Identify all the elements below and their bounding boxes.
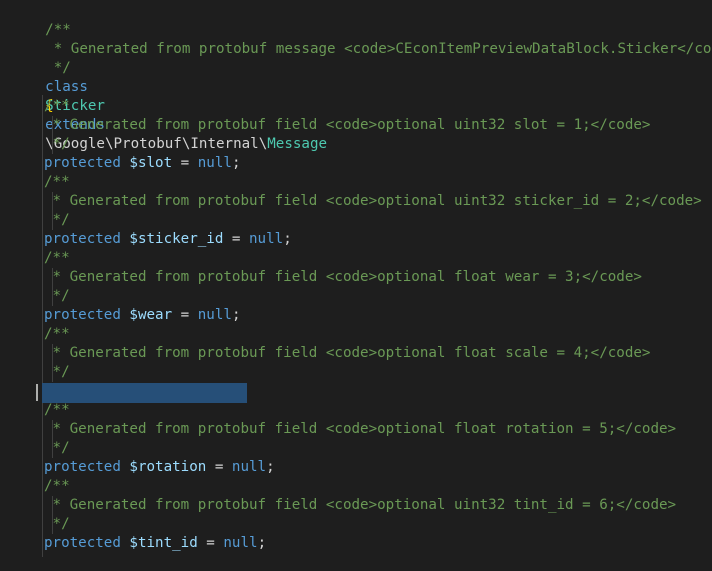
- null-literal: null: [223, 535, 258, 551]
- code-line-doc-comment-close[interactable]: */: [44, 287, 70, 306]
- protected-keyword: protected: [44, 231, 121, 247]
- null-literal: null: [231, 459, 267, 475]
- null-literal: null: [197, 155, 232, 171]
- property-variable: $rotation: [129, 459, 207, 475]
- code-line-doc-comment-open[interactable]: /**: [44, 249, 70, 268]
- comment-text: * Generated from protobuf message <code>…: [45, 41, 712, 57]
- doc-comment-open: /**: [44, 250, 70, 266]
- doc-comment-close: */: [44, 136, 70, 152]
- doc-indent-guide: [52, 268, 53, 306]
- code-line-property-declaration[interactable]: protected $sticker_id = null;: [44, 230, 292, 249]
- code-line-3[interactable]: */: [11, 40, 71, 76]
- protected-keyword: protected: [44, 459, 121, 475]
- doc-comment-open: /**: [44, 174, 70, 190]
- null-literal: null: [197, 307, 232, 323]
- doc-comment-open: /**: [44, 478, 70, 494]
- code-line-property-declaration[interactable]: protected $rotation = null;: [44, 458, 275, 477]
- doc-comment-open: /**: [44, 326, 70, 342]
- assign-operator: =: [223, 231, 250, 247]
- code-line-doc-comment-open[interactable]: /**: [44, 401, 70, 420]
- code-line-5[interactable]: {: [11, 78, 54, 114]
- text-cursor: [36, 384, 38, 401]
- semicolon: ;: [231, 307, 241, 323]
- code-line-doc-comment-text[interactable]: * Generated from protobuf field <code>op…: [44, 268, 642, 287]
- doc-comment-text: * Generated from protobuf field <code>op…: [44, 269, 642, 285]
- doc-comment-text: * Generated from protobuf field <code>op…: [44, 345, 651, 361]
- code-line-doc-comment-close[interactable]: */: [44, 515, 70, 534]
- code-line-doc-comment-text[interactable]: * Generated from protobuf field <code>op…: [44, 116, 651, 135]
- property-variable: $wear: [129, 307, 173, 323]
- doc-comment-close: */: [44, 212, 70, 228]
- code-line-property-declaration[interactable]: protected $slot = null;: [44, 154, 240, 173]
- doc-comment-close: */: [44, 364, 70, 380]
- protected-keyword: protected: [44, 155, 121, 171]
- code-line-doc-comment-text[interactable]: * Generated from protobuf field <code>op…: [44, 496, 677, 515]
- null-literal: null: [249, 231, 284, 247]
- doc-comment-close: */: [44, 440, 70, 456]
- code-line-doc-comment-text[interactable]: * Generated from protobuf field <code>op…: [44, 344, 651, 363]
- assign-operator: =: [172, 307, 198, 323]
- assign-operator: =: [172, 155, 198, 171]
- code-line-doc-comment-close[interactable]: */: [44, 439, 70, 458]
- code-line-doc-comment-open[interactable]: /**: [44, 173, 70, 192]
- doc-indent-guide: [52, 420, 53, 458]
- indent-guide: [42, 95, 43, 557]
- doc-comment-open: /**: [44, 402, 70, 418]
- code-line-doc-comment-open[interactable]: /**: [44, 325, 70, 344]
- code-line-doc-comment-open[interactable]: /**: [44, 97, 70, 116]
- code-line-property-declaration[interactable]: protected $wear = null;: [44, 306, 240, 325]
- code-line-property-declaration[interactable]: protected $tint_id = null;: [44, 534, 266, 553]
- code-line-doc-comment-close[interactable]: */: [44, 363, 70, 382]
- property-variable: $slot: [129, 155, 173, 171]
- doc-comment-open: /**: [44, 98, 70, 114]
- semicolon: ;: [266, 459, 275, 475]
- doc-comment-text: * Generated from protobuf field <code>op…: [44, 497, 677, 513]
- text-selection: [42, 383, 247, 403]
- namespace-prefix: \Google\Protobuf\Internal\: [45, 136, 268, 152]
- code-line-doc-comment-text[interactable]: * Generated from protobuf field <code>op…: [44, 192, 702, 211]
- code-line-doc-comment-text[interactable]: * Generated from protobuf field <code>op…: [44, 420, 677, 439]
- doc-comment-text: * Generated from protobuf field <code>op…: [44, 193, 702, 209]
- doc-comment-text: * Generated from protobuf field <code>op…: [44, 421, 677, 437]
- code-line-doc-comment-close[interactable]: */: [44, 135, 70, 154]
- semicolon: ;: [257, 535, 267, 551]
- semicolon: ;: [231, 155, 241, 171]
- property-variable: $tint_id: [129, 535, 198, 551]
- doc-comment-close: */: [44, 288, 70, 304]
- assign-operator: =: [206, 459, 232, 475]
- doc-indent-guide: [52, 496, 53, 534]
- doc-comment-text: * Generated from protobuf field <code>op…: [44, 117, 651, 133]
- code-line-4[interactable]: class Sticker extends \Google\Protobuf\I…: [11, 59, 327, 152]
- protected-keyword: protected: [44, 535, 121, 551]
- assign-operator: =: [197, 535, 224, 551]
- protected-keyword: protected: [44, 307, 121, 323]
- doc-comment-close: */: [44, 516, 70, 532]
- code-editor[interactable]: /** * Generated from protobuf message <c…: [0, 0, 712, 571]
- doc-indent-guide: [52, 344, 53, 382]
- code-line-doc-comment-close[interactable]: */: [44, 211, 70, 230]
- parent-class-name: Message: [267, 136, 328, 152]
- code-line-doc-comment-open[interactable]: /**: [44, 477, 70, 496]
- property-variable: $sticker_id: [129, 231, 224, 247]
- doc-indent-guide: [52, 116, 53, 154]
- code-line-1[interactable]: /**: [11, 2, 71, 38]
- code-line-2[interactable]: * Generated from protobuf message <code>…: [11, 21, 712, 57]
- semicolon: ;: [283, 231, 292, 247]
- doc-indent-guide: [52, 192, 53, 230]
